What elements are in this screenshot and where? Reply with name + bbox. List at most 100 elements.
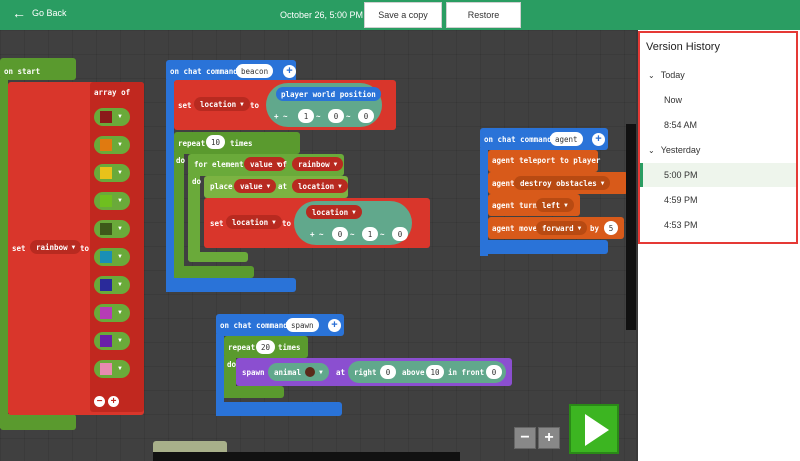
wool-item-blue[interactable]: ▼ bbox=[94, 276, 130, 294]
location-variable-label: location bbox=[200, 99, 237, 109]
wool-item-yellow[interactable]: ▼ bbox=[94, 164, 130, 182]
spawn-repeat-footer bbox=[224, 386, 284, 398]
spawn-do-label: do bbox=[227, 360, 237, 369]
pink-wool-icon bbox=[100, 363, 112, 375]
right-field[interactable]: 0 bbox=[380, 365, 396, 379]
turn-option-dropdown[interactable]: left ▼ bbox=[536, 198, 574, 212]
for-array-dropdown[interactable]: rainbow ▼ bbox=[292, 157, 344, 171]
agent-command-field[interactable]: agent bbox=[550, 132, 583, 146]
coord-x-field[interactable]: 1 bbox=[298, 109, 314, 123]
front-label: in front bbox=[448, 368, 485, 377]
zoom-out-button[interactable]: − bbox=[514, 427, 536, 449]
place-location-label: location bbox=[298, 181, 335, 191]
agent-footer bbox=[480, 240, 608, 254]
group-yesterday[interactable]: ⌄ Yesterday bbox=[648, 145, 700, 155]
add-parameter-icon[interactable]: + bbox=[592, 133, 605, 146]
wool-item-magenta[interactable]: ▼ bbox=[94, 304, 130, 322]
destroy-option-dropdown[interactable]: destroy obstacles ▼ bbox=[514, 176, 611, 190]
orange-wool-icon bbox=[100, 139, 112, 151]
group-today[interactable]: ⌄ Today bbox=[648, 70, 685, 80]
wool-item-orange[interactable]: ▼ bbox=[94, 136, 130, 154]
beacon-command-field[interactable]: beacon bbox=[236, 64, 274, 78]
coord-y-field-2[interactable]: 1 bbox=[362, 227, 378, 241]
for-array-label: rainbow bbox=[298, 159, 330, 169]
spawn-repeat-count-field[interactable]: 20 bbox=[256, 340, 276, 354]
set-location-set: set bbox=[178, 101, 192, 110]
animal-label: animal bbox=[274, 367, 302, 377]
right-label: right bbox=[354, 368, 377, 377]
coords-sep-3: ~ bbox=[380, 230, 385, 239]
dropdown-caret-icon: ▼ bbox=[352, 208, 356, 216]
dropdown-caret-icon: ▼ bbox=[117, 142, 123, 148]
wool-item-cyan[interactable]: ▼ bbox=[94, 248, 130, 266]
location-variable-dropdown-2[interactable]: location ▼ bbox=[226, 215, 282, 229]
location-variable-dropdown-3[interactable]: location ▼ bbox=[306, 205, 362, 219]
cyan-wool-icon bbox=[100, 251, 112, 263]
restore-button[interactable]: Restore bbox=[446, 2, 521, 28]
remove-item-icon[interactable]: − bbox=[94, 396, 105, 407]
coords-sep: ~ bbox=[316, 112, 321, 121]
add-parameter-icon[interactable]: + bbox=[283, 65, 296, 78]
set-location-to-2: to bbox=[282, 219, 292, 228]
dropdown-caret-icon: ▼ bbox=[117, 282, 123, 288]
repeat-count-field[interactable]: 10 bbox=[206, 135, 226, 149]
spawn-label: spawn bbox=[242, 368, 265, 377]
location-variable-label-2: location bbox=[232, 217, 269, 227]
dropdown-caret-icon: ▼ bbox=[71, 243, 76, 251]
coord-x-field-2[interactable]: 0 bbox=[332, 227, 348, 241]
agent-move-label: agent move bbox=[492, 224, 538, 233]
code-workspace[interactable]: on start set rainbow ▼ to array of ▼ ▼ ▼ … bbox=[0, 30, 636, 461]
dropdown-caret-icon: ▼ bbox=[117, 198, 123, 204]
do-label-2: do bbox=[192, 177, 202, 186]
dropdown-caret-icon: ▼ bbox=[117, 338, 123, 344]
coord-y-field[interactable]: 0 bbox=[328, 109, 344, 123]
repeat-label: repeat bbox=[178, 139, 206, 148]
coord-z-field-2[interactable]: 0 bbox=[392, 227, 408, 241]
wool-item-purple[interactable]: ▼ bbox=[94, 332, 130, 350]
version-item-now[interactable]: Now bbox=[640, 88, 796, 112]
zoom-in-button[interactable]: + bbox=[538, 427, 560, 449]
go-back-button[interactable]: ← Go Back bbox=[12, 6, 67, 20]
coord-z-field[interactable]: 0 bbox=[358, 109, 374, 123]
version-item-453pm[interactable]: 4:53 PM bbox=[640, 213, 796, 237]
place-location-dropdown[interactable]: location ▼ bbox=[292, 179, 348, 193]
agent-event-label: on chat command bbox=[484, 135, 552, 144]
location-variable-dropdown[interactable]: location ▼ bbox=[194, 97, 250, 111]
animal-dropdown[interactable]: animal ▼ bbox=[268, 363, 329, 381]
add-item-icon[interactable]: + bbox=[108, 396, 119, 407]
dropdown-caret-icon: ▼ bbox=[117, 254, 123, 260]
wool-item-green[interactable]: ▼ bbox=[94, 220, 130, 238]
wool-item-pink[interactable]: ▼ bbox=[94, 360, 130, 378]
top-bar: ← Go Back October 26, 5:00 PM Save a cop… bbox=[0, 0, 800, 30]
front-field[interactable]: 0 bbox=[486, 365, 502, 379]
run-button[interactable] bbox=[569, 404, 619, 454]
version-item-500pm[interactable]: 5:00 PM bbox=[640, 163, 796, 187]
above-label: above bbox=[402, 368, 425, 377]
red-wool-icon bbox=[100, 111, 112, 123]
version-item-459pm[interactable]: 4:59 PM bbox=[640, 188, 796, 212]
coords-prefix-2: + ~ bbox=[310, 230, 324, 239]
save-copy-button[interactable]: Save a copy bbox=[364, 2, 442, 28]
move-distance-field[interactable]: 5 bbox=[604, 221, 618, 235]
wool-item-red[interactable]: ▼ bbox=[94, 108, 130, 126]
version-item-854am[interactable]: 8:54 AM bbox=[640, 113, 796, 137]
dropdown-caret-icon: ▼ bbox=[600, 179, 605, 187]
dropdown-caret-icon: ▼ bbox=[117, 114, 123, 120]
spawn-command-field[interactable]: spawn bbox=[286, 318, 319, 332]
above-field[interactable]: 10 bbox=[426, 365, 444, 379]
move-option-dropdown[interactable]: forward ▼ bbox=[536, 221, 588, 235]
array-label: array of bbox=[94, 88, 131, 97]
vertical-scrollbar[interactable] bbox=[626, 124, 636, 330]
set-location-set-2: set bbox=[210, 219, 224, 228]
place-value-dropdown[interactable]: value ▼ bbox=[234, 179, 277, 193]
for-value-label: value bbox=[250, 159, 273, 169]
coords-sep: ~ bbox=[346, 112, 351, 121]
horizontal-scrollbar[interactable] bbox=[153, 452, 460, 461]
rainbow-variable-dropdown[interactable]: rainbow ▼ bbox=[30, 240, 82, 254]
wool-item-lime[interactable]: ▼ bbox=[94, 192, 130, 210]
purple-wool-icon bbox=[100, 335, 112, 347]
do-label: do bbox=[176, 156, 186, 165]
add-parameter-icon[interactable]: + bbox=[328, 319, 341, 332]
play-icon bbox=[585, 414, 609, 446]
of-label: of bbox=[278, 160, 288, 169]
